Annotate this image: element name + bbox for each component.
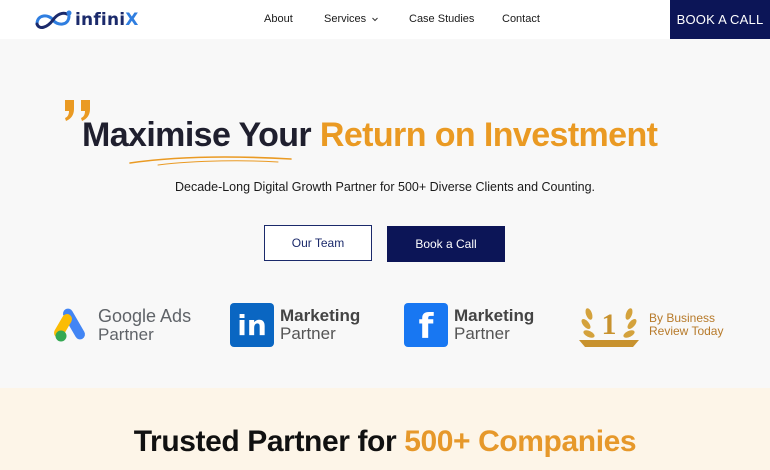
nav-services-label: Services <box>324 13 367 25</box>
award-rank-number: 1 <box>602 308 617 341</box>
trusted-heading-part2: 500+ Companies <box>404 425 637 458</box>
google-ads-icon <box>54 308 85 342</box>
our-team-button[interactable]: Our Team <box>264 225 372 261</box>
facebook-marketing-partner-badge: f Marketing Partner <box>404 300 534 350</box>
trusted-heading-part1: Trusted Partner for <box>133 425 397 458</box>
logo-text-suffix: X <box>125 10 139 30</box>
book-a-call-button[interactable]: Book a Call <box>387 226 505 262</box>
nav-services[interactable]: Services <box>324 13 379 25</box>
trusted-heading: Trusted Partner for 500+ Companies <box>0 425 770 459</box>
nav-about[interactable]: About <box>264 13 293 25</box>
linkedin-marketing-partner-badge: in Marketing Partner <box>230 300 360 350</box>
award-badge-line2: Review Today <box>649 324 724 338</box>
linkedin-badge-line1: Marketing <box>280 306 361 326</box>
google-badge-line1: Google Ads <box>98 305 192 326</box>
facebook-icon: f <box>404 303 448 347</box>
laurel-award-icon: 1 <box>579 308 639 347</box>
infinity-logo-icon <box>35 10 72 29</box>
underline-swoosh-decoration <box>129 156 292 166</box>
book-a-call-header-button[interactable]: BOOK A CALL <box>670 0 770 39</box>
facebook-badge-line2: Partner <box>454 324 510 343</box>
chevron-down-icon <box>372 17 379 22</box>
hero-title: Maximise Your Return on Investment <box>82 116 658 155</box>
google-ads-partner-badge: Google Ads Partner <box>52 300 191 350</box>
facebook-badge-line1: Marketing <box>454 306 535 326</box>
hero-title-part2: Return on Investment <box>319 116 658 154</box>
linkedin-badge-line2: Partner <box>280 324 336 343</box>
site-header: infiniX About Services Case Studies Cont… <box>0 0 770 39</box>
hero-title-part1: Maximise Your <box>82 116 312 154</box>
linkedin-icon: in <box>230 303 274 347</box>
nav-case-studies[interactable]: Case Studies <box>409 13 474 25</box>
google-badge-line2: Partner <box>98 324 154 344</box>
logo-text-prefix: infini <box>75 10 126 30</box>
nav-contact[interactable]: Contact <box>502 13 540 25</box>
logo-text: infiniX <box>75 10 139 30</box>
hero-subtitle: Decade-Long Digital Growth Partner for 5… <box>174 180 595 194</box>
logo[interactable]: infiniX <box>33 6 139 34</box>
business-review-award-badge: 1 By Business Review Today <box>575 300 723 350</box>
